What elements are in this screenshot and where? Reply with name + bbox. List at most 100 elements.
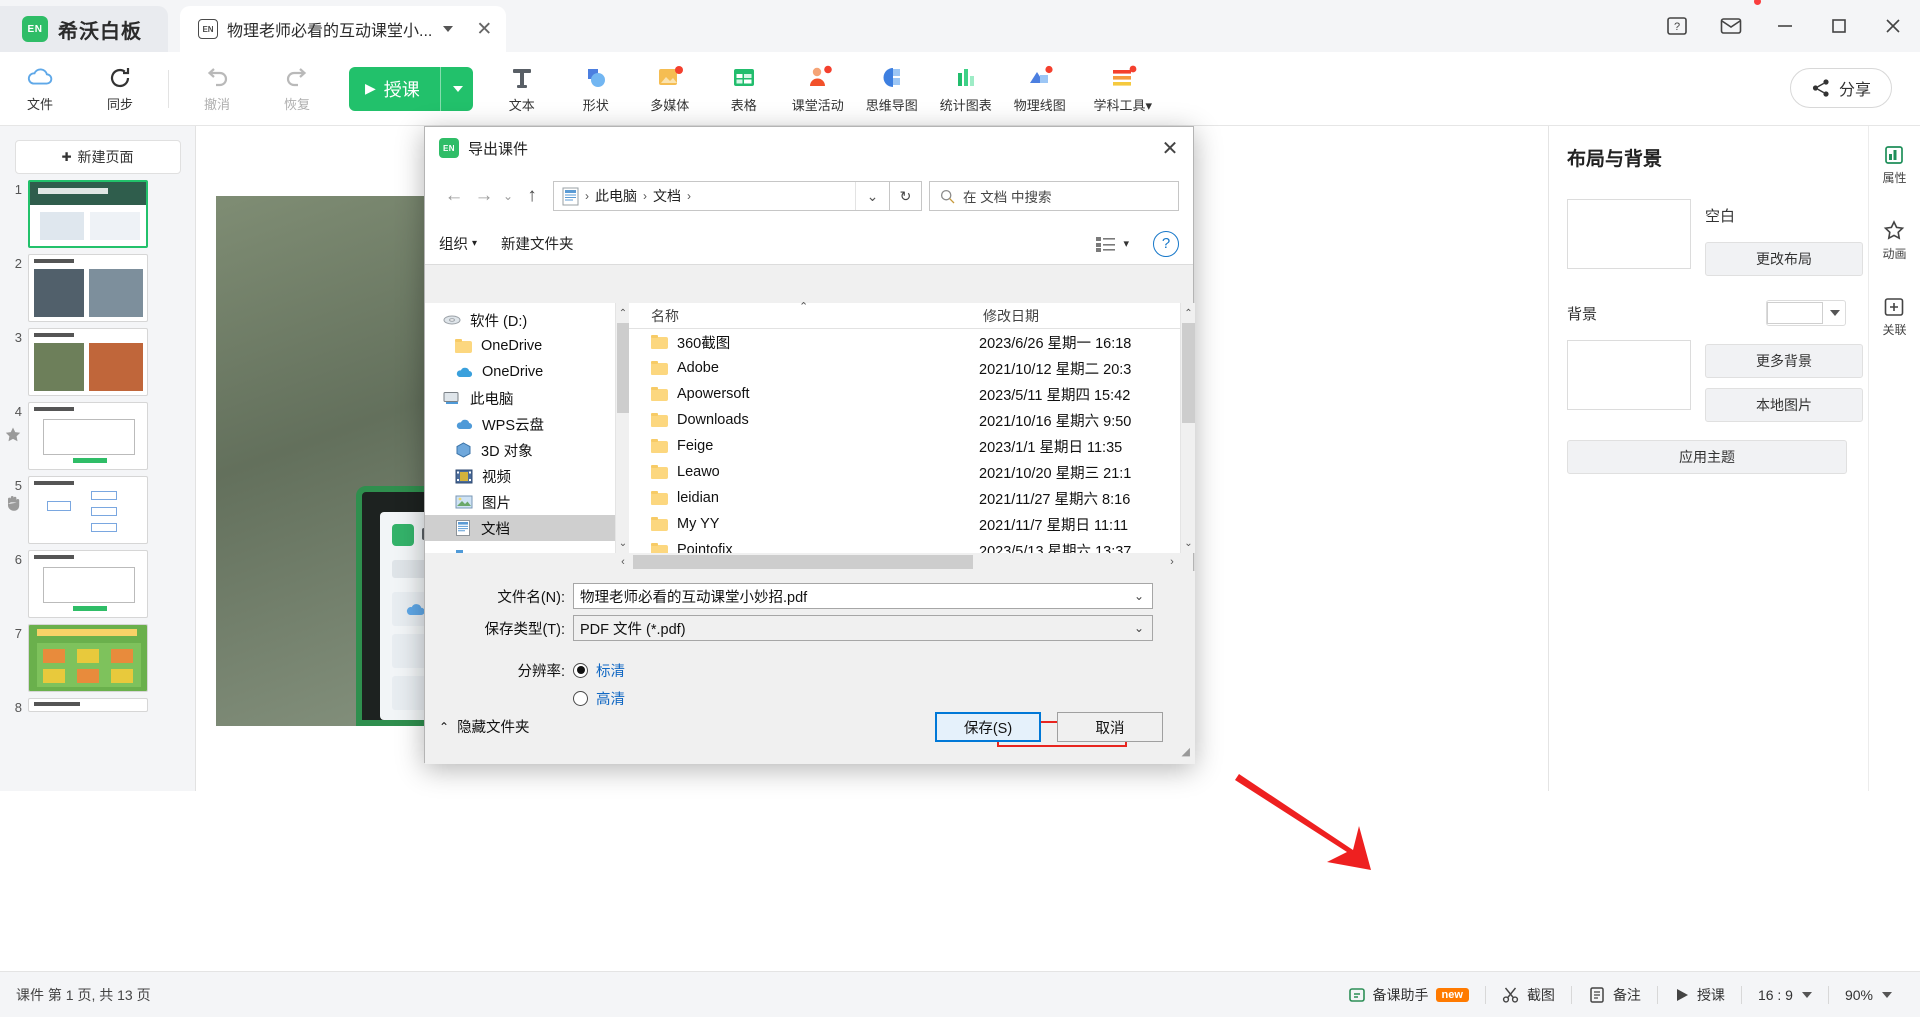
column-header-date[interactable]: 修改日期: [979, 306, 1180, 326]
table-row[interactable]: Adobe 2021/10/12 星期二 20:3: [629, 355, 1180, 381]
chevron-down-icon[interactable]: [1882, 991, 1892, 998]
table-row[interactable]: 360截图 2023/6/26 星期一 16:18: [629, 329, 1180, 355]
table-row[interactable]: Feige 2023/1/1 星期日 11:35: [629, 433, 1180, 459]
slide-list-item[interactable]: 8: [0, 692, 195, 715]
organize-button[interactable]: 组织 ▾: [439, 233, 477, 254]
tree-item-this-pc[interactable]: 此电脑: [425, 385, 615, 411]
scroll-right-icon[interactable]: ›: [1164, 556, 1180, 568]
nav-tree-scrollbar[interactable]: ⌃ ⌄: [615, 303, 629, 553]
tree-item-onedrive-cloud[interactable]: OneDrive: [425, 359, 615, 385]
breadcrumb-this-pc[interactable]: 此电脑: [595, 186, 637, 206]
slide-list-item[interactable]: 3: [0, 322, 195, 396]
help-button[interactable]: ?: [1650, 0, 1704, 52]
background-preview[interactable]: [1567, 340, 1691, 410]
tree-item-videos[interactable]: 视频: [425, 463, 615, 489]
forward-button[interactable]: →: [469, 181, 499, 211]
slide-list-item[interactable]: 6: [0, 544, 195, 618]
filename-input[interactable]: 物理老师必看的互动课堂小妙招.pdf ⌄: [573, 583, 1153, 609]
resolution-option-standard[interactable]: 标清: [573, 660, 625, 681]
scroll-left-icon[interactable]: ‹: [615, 556, 631, 568]
table-row[interactable]: Downloads 2021/10/16 星期六 9:50: [629, 407, 1180, 433]
tool-text[interactable]: 文本: [485, 54, 559, 124]
status-zoom-level[interactable]: 90%: [1829, 987, 1908, 1003]
scroll-up-icon[interactable]: ⌃: [1181, 305, 1196, 321]
status-teach-button[interactable]: 授课: [1658, 985, 1741, 1005]
teach-button[interactable]: ▶ 授课: [349, 66, 473, 111]
chevron-down-icon[interactable]: [1823, 310, 1845, 316]
rail-item-animation[interactable]: 动画: [1882, 220, 1907, 262]
close-tab-icon[interactable]: ✕: [476, 20, 492, 39]
search-box[interactable]: 在 文档 中搜索: [929, 181, 1179, 211]
slide-thumbnail[interactable]: [28, 698, 148, 712]
ribbon-redo[interactable]: 恢复: [257, 54, 337, 124]
up-button[interactable]: ↑: [517, 181, 547, 211]
status-screenshot-button[interactable]: 截图: [1486, 985, 1571, 1005]
recent-locations-button[interactable]: ⌄: [499, 181, 517, 211]
slide-thumbnail[interactable]: [28, 254, 148, 322]
slide-thumbnail[interactable]: [28, 550, 148, 618]
tree-item-wps-cloud[interactable]: WPS云盘: [425, 411, 615, 437]
slide-thumbnail[interactable]: [28, 402, 148, 470]
tool-table[interactable]: 表格: [707, 54, 781, 124]
navigation-tree[interactable]: 软件 (D:) OneDrive OneDrive 此电脑 WPS云盘 3D 对…: [425, 303, 615, 553]
save-button[interactable]: 保存(S): [935, 712, 1041, 742]
tree-item-onedrive-folder[interactable]: OneDrive: [425, 333, 615, 359]
status-aspect-ratio[interactable]: 16 : 9: [1742, 987, 1828, 1003]
scrollbar-thumb[interactable]: [1182, 323, 1195, 423]
share-button[interactable]: 分享: [1789, 68, 1892, 108]
maximize-button[interactable]: [1812, 0, 1866, 52]
slide-list-item[interactable]: 5: [0, 470, 195, 544]
scrollbar-thumb[interactable]: [617, 323, 629, 413]
close-window-button[interactable]: [1866, 0, 1920, 52]
new-page-button[interactable]: ✚ 新建页面: [14, 140, 181, 174]
ribbon-sync[interactable]: 同步: [80, 54, 160, 124]
radio-standard[interactable]: [573, 662, 588, 678]
slide-thumbnail[interactable]: [28, 180, 148, 248]
tree-item-documents[interactable]: 文档: [425, 515, 615, 541]
local-image-button[interactable]: 本地图片: [1705, 388, 1863, 422]
slide-thumbnail[interactable]: [28, 328, 148, 396]
address-dropdown-icon[interactable]: ⌄: [855, 182, 889, 210]
status-assistant-button[interactable]: 备课助手 new: [1332, 985, 1485, 1005]
filetype-select[interactable]: PDF 文件 (*.pdf) ⌄: [573, 615, 1153, 641]
cancel-button[interactable]: 取消: [1057, 712, 1163, 742]
hscrollbar-track[interactable]: [631, 555, 1164, 569]
tool-shapes[interactable]: 形状: [559, 54, 633, 124]
apply-theme-button[interactable]: 应用主题: [1567, 440, 1847, 474]
scroll-up-icon[interactable]: ⌃: [616, 305, 630, 321]
chevron-down-icon[interactable]: ▾: [1146, 98, 1153, 113]
ribbon-file[interactable]: 文件: [0, 54, 80, 124]
back-button[interactable]: ←: [439, 181, 469, 211]
scroll-down-icon[interactable]: ⌄: [616, 535, 630, 551]
ribbon-undo[interactable]: 撤消: [177, 54, 257, 124]
tree-item-3d-objects[interactable]: 3D 对象: [425, 437, 615, 463]
tool-chart[interactable]: 统计图表: [929, 54, 1003, 124]
tree-item-software-d[interactable]: 软件 (D:): [425, 307, 615, 333]
view-options-button[interactable]: ▾: [1095, 235, 1129, 253]
export-dialog[interactable]: EN 导出课件 ✕ ← → ⌄ ↑ › 此电脑 › 文档 › ⌄ ↻ 在 文档 …: [424, 126, 1371, 870]
file-list-scrollbar[interactable]: ⌃ ⌄: [1180, 303, 1195, 553]
table-row[interactable]: Leawo 2021/10/20 星期三 21:1: [629, 459, 1180, 485]
rail-item-link[interactable]: 关联: [1882, 296, 1907, 338]
tool-mindmap[interactable]: 思维导图: [855, 54, 929, 124]
change-layout-button[interactable]: 更改布局: [1705, 242, 1863, 276]
breadcrumb-documents[interactable]: 文档: [653, 186, 681, 206]
star-icon[interactable]: [4, 426, 24, 447]
table-row[interactable]: Apowersoft 2023/5/11 星期四 15:42: [629, 381, 1180, 407]
slide-list-item[interactable]: 7: [0, 618, 195, 692]
layout-preview[interactable]: [1567, 199, 1691, 269]
tree-item-pictures[interactable]: 图片: [425, 489, 615, 515]
tree-item-more[interactable]: …: [425, 541, 615, 553]
scroll-down-icon[interactable]: ⌄: [1181, 535, 1196, 551]
teach-dropdown[interactable]: [441, 67, 473, 111]
hscrollbar-thumb[interactable]: [633, 555, 973, 569]
new-folder-button[interactable]: 新建文件夹: [501, 233, 574, 254]
messages-button[interactable]: [1704, 0, 1761, 52]
file-list-hscrollbar[interactable]: ‹ ›: [615, 553, 1180, 571]
status-notes-button[interactable]: 备注: [1572, 985, 1657, 1005]
slide-list-item[interactable]: 2: [0, 248, 195, 322]
chevron-down-icon[interactable]: [443, 26, 454, 32]
table-row[interactable]: leidian 2021/11/27 星期六 8:16: [629, 485, 1180, 511]
rail-item-properties[interactable]: 属性: [1882, 144, 1907, 186]
table-row[interactable]: My YY 2021/11/7 星期日 11:11: [629, 511, 1180, 537]
